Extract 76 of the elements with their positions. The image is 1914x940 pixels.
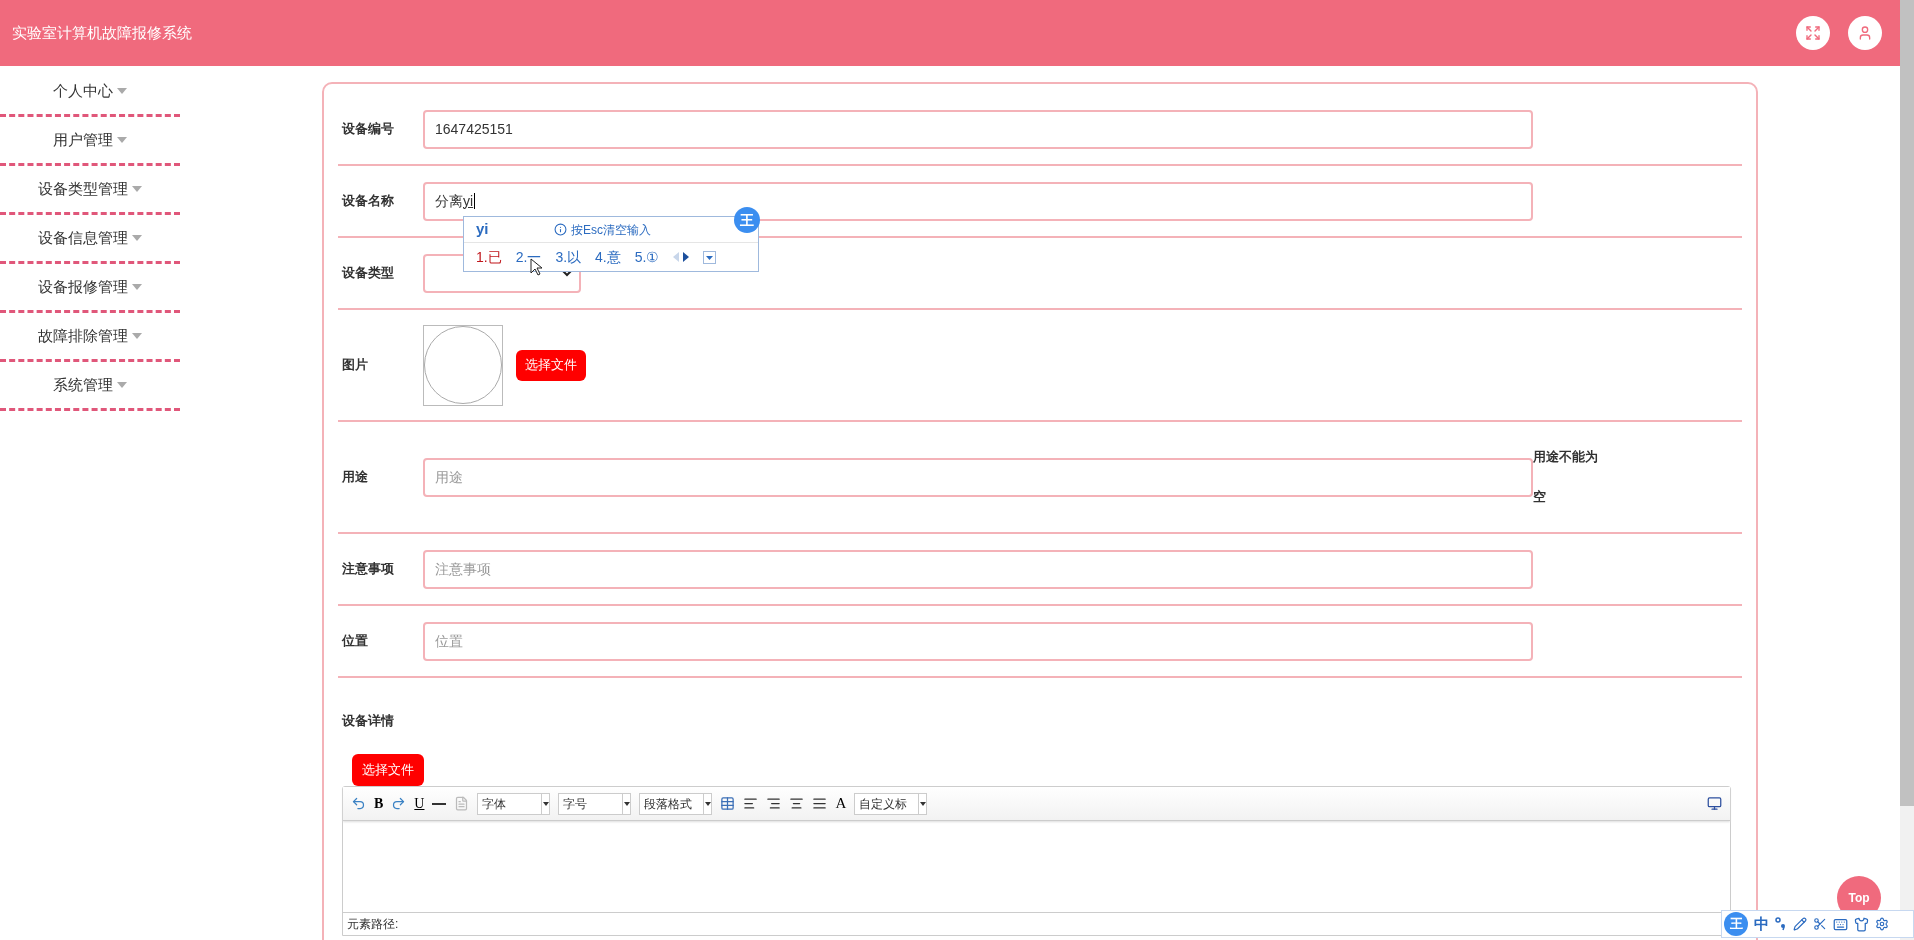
choose-file-button[interactable]: 选择文件 — [352, 754, 424, 786]
scrollbar[interactable] — [1900, 0, 1914, 940]
sidebar-item[interactable]: 系统管理 — [0, 362, 180, 411]
composition-text: yi — [476, 219, 490, 240]
redo-icon[interactable] — [391, 796, 407, 811]
sidebar-item[interactable]: 故障排除管理 — [0, 313, 180, 362]
toolbar-dropdown[interactable]: 段落格式 — [639, 792, 713, 815]
field-label: 设备类型 — [342, 264, 395, 283]
undo-icon[interactable] — [351, 796, 366, 811]
toolbar-dropdown[interactable]: 字号 — [558, 792, 632, 815]
field-label: 图片 — [342, 356, 369, 375]
page-arrows-icon[interactable] — [673, 252, 690, 262]
field-label: 位置 — [342, 632, 369, 651]
fullscreen-button[interactable] — [1796, 16, 1830, 50]
monitor-icon[interactable] — [1707, 796, 1722, 811]
sidebar-item[interactable]: 用户管理 — [0, 117, 180, 166]
element-path: 元素路径: — [346, 916, 400, 933]
ime-candidate[interactable]: 1.已 — [476, 246, 502, 268]
caret-icon — [132, 186, 142, 192]
composition-text: yi — [463, 191, 474, 211]
horizontal-rule-icon[interactable] — [432, 802, 447, 805]
caret-icon — [704, 801, 711, 806]
table-icon[interactable] — [720, 796, 736, 811]
ime-logo: 王 — [734, 207, 760, 233]
text-field[interactable]: 位置 — [423, 621, 1533, 661]
caret-icon — [132, 235, 142, 241]
toolbar-dropdown[interactable]: 自定义标 — [854, 792, 928, 815]
ime-candidate[interactable]: 3.以 — [555, 246, 582, 268]
ime-hint: 按Esc清空输入 — [571, 221, 651, 239]
keyboard-icon[interactable] — [1833, 916, 1848, 932]
caret-icon — [919, 801, 926, 806]
user-icon — [1857, 25, 1873, 41]
caret-icon — [623, 801, 630, 806]
sidebar-item[interactable]: 设备信息管理 — [0, 215, 180, 264]
sidebar-item[interactable]: 个人中心 — [0, 68, 180, 117]
field-label: 设备编号 — [342, 120, 395, 139]
align-center-icon[interactable] — [789, 796, 805, 811]
caret-icon — [117, 137, 127, 143]
fullscreen-icon — [1805, 25, 1821, 41]
align-left-icon[interactable] — [743, 796, 759, 811]
caret-icon — [132, 333, 142, 339]
bold-button[interactable]: B — [374, 793, 384, 814]
text-field[interactable]: 1647425151 — [423, 109, 1533, 149]
error-message: 用途不能为空 — [1533, 448, 1599, 506]
sidebar-item[interactable]: 设备类型管理 — [0, 166, 180, 215]
field-label: 注意事项 — [342, 560, 395, 579]
caret-icon — [117, 382, 127, 388]
underline-button[interactable]: U — [414, 793, 425, 814]
field-label: 设备名称 — [342, 192, 395, 211]
app-title: 实验室计算机故障报修系统 — [12, 22, 192, 43]
toolbar-dropdown[interactable]: 字体 — [477, 792, 551, 815]
ime-mode[interactable]: 中 — [1754, 912, 1769, 936]
align-right-icon[interactable] — [766, 796, 782, 811]
shirt-icon[interactable] — [1854, 916, 1869, 932]
field-label: 设备详情 — [342, 713, 394, 728]
info-icon — [554, 223, 567, 236]
font-color-button[interactable]: A — [835, 792, 847, 815]
punctuation-icon[interactable] — [1775, 917, 1787, 931]
pencil-icon[interactable] — [1793, 917, 1807, 931]
text-field[interactable]: 注意事项 — [423, 549, 1533, 589]
field-value: 分离 — [435, 191, 463, 211]
caret-icon — [132, 284, 142, 290]
align-justify-icon[interactable] — [812, 796, 828, 811]
settings-icon[interactable] — [1875, 917, 1889, 931]
rich-text-editor[interactable]: B U 字体 字号 段落格式 A 自定义标 元素路径: — [342, 786, 1731, 936]
caret-icon — [117, 88, 127, 94]
sidebar-item[interactable]: 设备报修管理 — [0, 264, 180, 313]
user-button[interactable] — [1848, 16, 1882, 50]
ime-candidate[interactable]: 4.意 — [595, 246, 621, 268]
scissors-icon[interactable] — [1813, 917, 1827, 931]
caret-icon — [542, 801, 549, 806]
field-label: 用途 — [342, 468, 369, 487]
text-field[interactable]: 用途 — [423, 457, 1533, 497]
choose-file-button[interactable]: 选择文件 — [516, 349, 586, 381]
expand-candidates-icon[interactable] — [703, 250, 717, 264]
ime-candidate[interactable]: 5.① — [634, 246, 660, 268]
